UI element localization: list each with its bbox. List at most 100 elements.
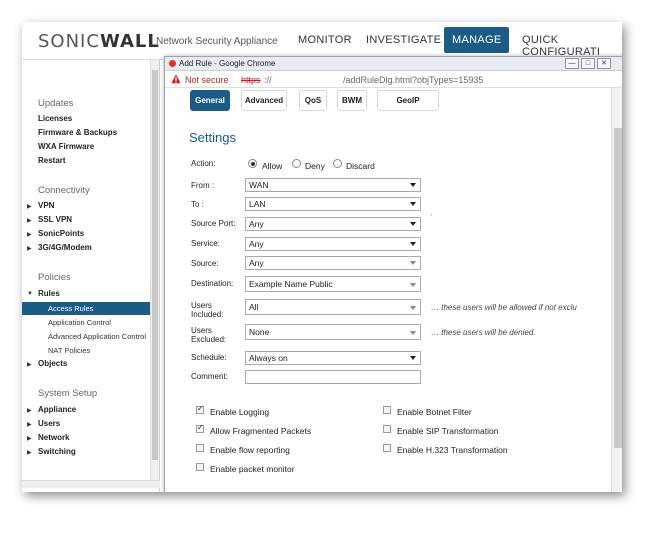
tab-general[interactable]: General — [190, 90, 230, 111]
sidebar-item-firmware[interactable]: Firmware & Backups — [38, 128, 117, 137]
chevron-down-icon — [410, 222, 416, 226]
sidebar-item-modem[interactable]: 3G/4G/Modem — [38, 243, 92, 252]
sidebar-item-advanced-app-control[interactable]: Advanced Application Control — [48, 332, 146, 341]
allow-fragmented-checkbox[interactable] — [196, 423, 204, 433]
tab-qos[interactable]: QoS — [299, 90, 327, 111]
nav-monitor[interactable]: MONITOR — [298, 34, 352, 46]
destination-select[interactable]: Example Name Public — [245, 276, 421, 292]
sip-transformation-label[interactable]: Enable SIP Transformation — [397, 426, 498, 436]
flow-reporting-label[interactable]: Enable flow reporting — [210, 445, 290, 455]
chevron-down-icon — [410, 331, 416, 335]
flow-reporting-checkbox[interactable] — [196, 444, 204, 452]
discard-radio-label[interactable]: Discard — [346, 161, 375, 171]
expand-arrow-icon[interactable]: ▶ — [27, 245, 32, 252]
sidebar-item-vpn[interactable]: VPN — [38, 201, 54, 210]
maximize-button[interactable]: □ — [581, 58, 595, 69]
sidebar-scroll-thumb[interactable] — [152, 70, 158, 460]
sidebar-item-nat-policies[interactable]: NAT Policies — [48, 346, 90, 355]
expand-arrow-icon[interactable]: ▶ — [27, 435, 32, 442]
dialog-content: General Advanced QoS BWM GeoIP Settings … — [165, 88, 611, 492]
sidebar-item-access-rules[interactable]: Access Rules — [22, 302, 150, 315]
address-bar[interactable]: Not secure https :// /addRuleDlg.html?ob… — [165, 71, 622, 88]
warning-icon — [171, 74, 181, 84]
sidebar-item-objects[interactable]: Objects — [38, 359, 67, 368]
tab-advanced[interactable]: Advanced — [241, 90, 287, 111]
service-select[interactable]: Any — [245, 237, 421, 251]
source-port-select[interactable]: Any — [245, 217, 421, 231]
sidebar-item-users[interactable]: Users — [38, 419, 60, 428]
expand-arrow-icon[interactable]: ▶ — [27, 217, 32, 224]
enable-logging-label[interactable]: Enable Logging — [210, 407, 269, 417]
source-port-label: Source Port: — [191, 219, 236, 228]
deny-radio[interactable] — [292, 159, 301, 168]
allow-radio-label[interactable]: Allow — [262, 161, 282, 171]
collapse-arrow-icon[interactable]: ▼ — [27, 291, 33, 297]
users-included-note: … these users will be allowed if not exc… — [431, 303, 577, 312]
expand-arrow-icon[interactable]: ▶ — [27, 407, 32, 414]
botnet-filter-label[interactable]: Enable Botnet Filter — [397, 407, 472, 417]
sidebar-item-sonicpoints[interactable]: SonicPoints — [38, 229, 84, 238]
chrome-icon — [169, 60, 176, 67]
packet-monitor-checkbox[interactable] — [196, 463, 204, 471]
h323-transformation-label[interactable]: Enable H.323 Transformation — [397, 445, 508, 455]
sidebar-item-restart[interactable]: Restart — [38, 156, 66, 165]
close-button[interactable]: ✕ — [597, 58, 611, 69]
packet-monitor-label[interactable]: Enable packet monitor — [210, 464, 295, 474]
dialog-scroll-thumb[interactable] — [614, 128, 622, 448]
sidebar-item-wxa-firmware[interactable]: WXA Firmware — [38, 142, 94, 151]
screenshot-frame: SONICWALL Network Security Appliance MON… — [22, 22, 622, 492]
users-included-label-1: Users — [191, 301, 212, 310]
source-select[interactable]: Any — [245, 256, 421, 270]
nav-quick-configuration[interactable]: QUICK CONFIGURATI — [522, 34, 622, 58]
from-select[interactable]: WAN — [245, 178, 421, 192]
chevron-down-icon — [410, 202, 416, 206]
sidebar-horizontal-scrollbar[interactable] — [22, 480, 160, 488]
top-bar: SONICWALL Network Security Appliance MON… — [22, 22, 622, 60]
sip-transformation-checkbox[interactable] — [383, 425, 391, 433]
destination-value: Example Name Public — [249, 279, 333, 289]
destination-label: Destination: — [191, 279, 234, 288]
deny-radio-label[interactable]: Deny — [305, 161, 325, 171]
dialog-vertical-scrollbar[interactable] — [611, 88, 622, 492]
sidebar-item-application-control[interactable]: Application Control — [48, 318, 111, 327]
tab-bwm[interactable]: BWM — [337, 90, 367, 111]
h323-transformation-checkbox[interactable] — [383, 444, 391, 452]
tab-geoip[interactable]: GeoIP — [377, 90, 439, 111]
allow-radio[interactable] — [248, 159, 257, 168]
to-select[interactable]: LAN — [245, 197, 421, 211]
chevron-down-icon — [410, 283, 416, 287]
sidebar-item-rules[interactable]: Rules — [38, 289, 60, 298]
allow-fragmented-label[interactable]: Allow Fragmented Packets — [210, 426, 311, 436]
add-rule-window: Add Rule - Google Chrome — □ ✕ Not secur… — [164, 56, 622, 492]
not-secure-label: Not secure — [185, 75, 229, 85]
sidebar-item-switching[interactable]: Switching — [38, 447, 76, 456]
sonicwall-logo: SONICWALL — [38, 31, 160, 52]
chevron-down-icon — [410, 183, 416, 187]
minimize-button[interactable]: — — [565, 58, 579, 69]
schedule-label: Schedule: — [191, 353, 227, 362]
expand-arrow-icon[interactable]: ▶ — [27, 231, 32, 238]
service-label: Service: — [191, 239, 220, 248]
users-included-select[interactable]: All — [245, 299, 421, 315]
expand-arrow-icon[interactable]: ▶ — [27, 361, 32, 368]
expand-arrow-icon[interactable]: ▶ — [27, 203, 32, 210]
sidebar-item-network[interactable]: Network — [38, 433, 70, 442]
nav-investigate[interactable]: INVESTIGATE — [366, 34, 441, 46]
enable-logging-checkbox[interactable] — [196, 404, 204, 414]
botnet-filter-checkbox[interactable] — [383, 406, 391, 414]
schedule-select[interactable]: Always on — [245, 351, 421, 365]
source-value: Any — [249, 258, 264, 268]
expand-arrow-icon[interactable]: ▶ — [27, 449, 32, 456]
discard-radio[interactable] — [333, 159, 342, 168]
expand-arrow-icon[interactable]: ▶ — [27, 421, 32, 428]
sidebar-item-appliance[interactable]: Appliance — [38, 405, 76, 414]
users-excluded-select[interactable]: None — [245, 324, 421, 340]
sidebar-item-ssl-vpn[interactable]: SSL VPN — [38, 215, 72, 224]
nav-manage[interactable]: MANAGE — [444, 27, 510, 53]
users-included-label-2: Included: — [191, 310, 224, 319]
chevron-down-icon — [410, 356, 416, 360]
sidebar-item-licenses[interactable]: Licenses — [38, 114, 72, 123]
sidebar-vertical-scrollbar[interactable] — [150, 60, 159, 480]
comment-input[interactable] — [245, 370, 421, 384]
users-excluded-note: … these users will be denied. — [431, 328, 536, 337]
